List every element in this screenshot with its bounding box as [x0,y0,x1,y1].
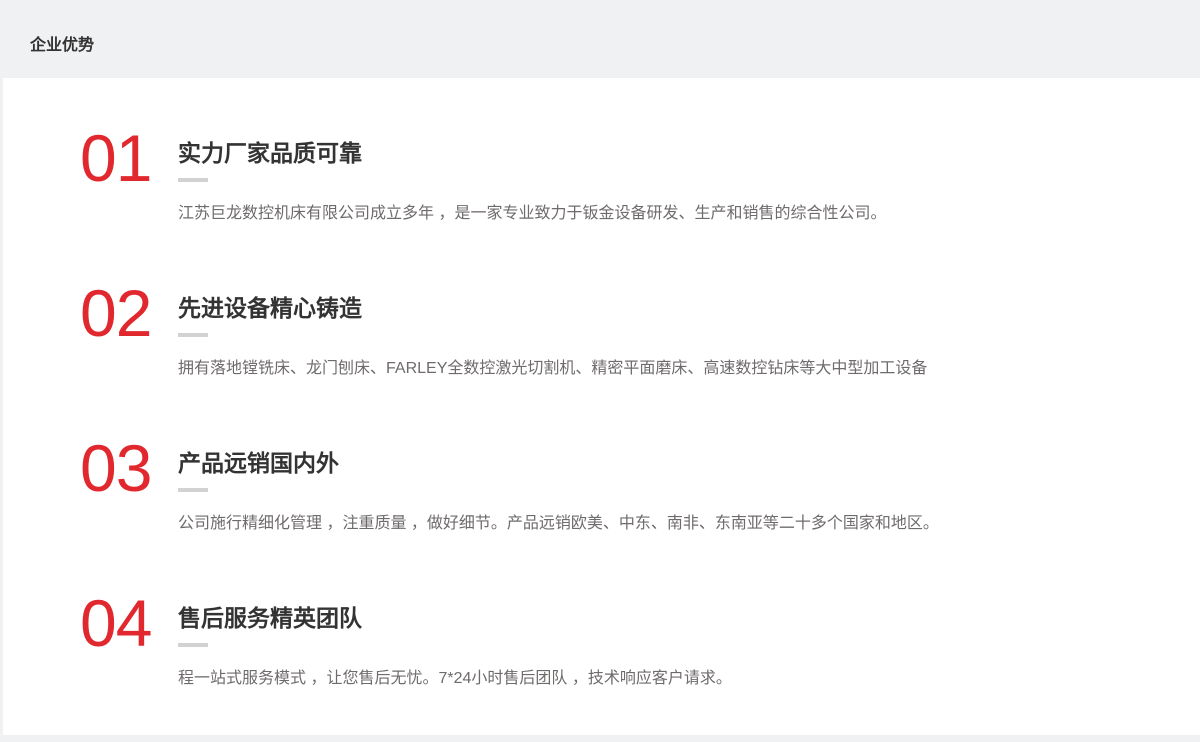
advantage-title: 先进设备精心铸造 [178,295,1200,321]
advantage-title: 产品远销国内外 [178,450,1200,476]
title-underline-divider [178,643,208,647]
advantage-item-3: 03 产品远销国内外 公司施行精细化管理 ，注重质量 ，做好细节。产品远销欧美、… [80,440,1200,534]
advantage-description: 江苏巨龙数控机床有限公司成立多年 ，是一家专业致力于钣金设备研发、生产和销售的综… [178,204,1200,224]
advantage-number: 01 [80,130,178,186]
advantage-item-4: 04 售后服务精英团队 程一站式服务模式 ，让您售后无忧。7*24小时售后团队 … [80,595,1200,689]
section-header: 企业优势 [0,0,1200,78]
title-underline-divider [178,178,208,182]
title-underline-divider [178,333,208,337]
advantage-title: 实力厂家品质可靠 [178,140,1200,166]
advantage-content: 产品远销国内外 公司施行精细化管理 ，注重质量 ，做好细节。产品远销欧美、中东、… [178,440,1200,534]
advantage-description: 程一站式服务模式 ，让您售后无忧。7*24小时售后团队 ，技术响应客户请求。 [178,669,1200,689]
advantages-panel: 01 实力厂家品质可靠 江苏巨龙数控机床有限公司成立多年 ，是一家专业致力于钣金… [3,78,1200,735]
advantage-content: 实力厂家品质可靠 江苏巨龙数控机床有限公司成立多年 ，是一家专业致力于钣金设备研… [178,130,1200,224]
advantage-content: 售后服务精英团队 程一站式服务模式 ，让您售后无忧。7*24小时售后团队 ，技术… [178,595,1200,689]
advantage-title: 售后服务精英团队 [178,605,1200,631]
advantage-number: 04 [80,595,178,651]
advantage-description: 公司施行精细化管理 ，注重质量 ，做好细节。产品远销欧美、中东、南非、东南亚等二… [178,514,1200,534]
advantage-number: 03 [80,440,178,496]
advantage-number: 02 [80,285,178,341]
advantage-item-1: 01 实力厂家品质可靠 江苏巨龙数控机床有限公司成立多年 ，是一家专业致力于钣金… [80,130,1200,224]
page-title: 企业优势 [30,31,94,55]
advantage-item-2: 02 先进设备精心铸造 拥有落地镗铣床、龙门刨床、FARLEY全数控激光切割机、… [80,285,1200,379]
advantage-description: 拥有落地镗铣床、龙门刨床、FARLEY全数控激光切割机、精密平面磨床、高速数控钻… [178,359,1200,379]
advantage-content: 先进设备精心铸造 拥有落地镗铣床、龙门刨床、FARLEY全数控激光切割机、精密平… [178,285,1200,379]
title-underline-divider [178,488,208,492]
